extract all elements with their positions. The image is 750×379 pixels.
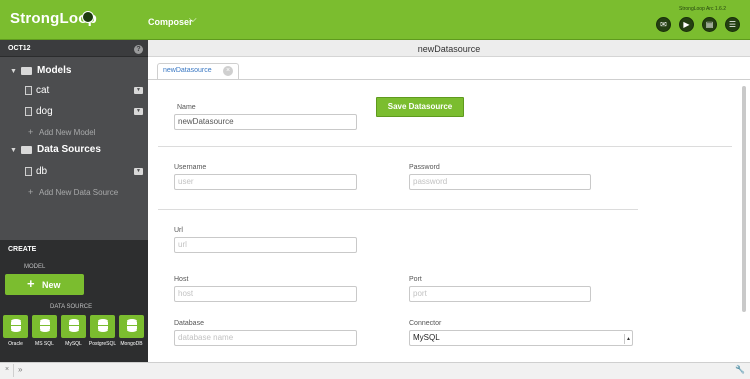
- chevron-down-icon[interactable]: ⌵: [189, 14, 197, 25]
- port-label: Port: [409, 276, 422, 283]
- model-label: MODEL: [24, 264, 46, 270]
- new-model-label: New: [42, 280, 61, 290]
- add-new-model-link[interactable]: Add New Model: [39, 128, 95, 137]
- file-icon: [25, 86, 32, 95]
- database-icon: [40, 319, 50, 332]
- wrench-icon[interactable]: 🔧: [735, 365, 745, 374]
- database-label: Database: [174, 320, 204, 327]
- model-item-dog[interactable]: dog: [36, 106, 53, 117]
- bottom-bar: [0, 362, 750, 379]
- create-title: CREATE: [8, 246, 37, 253]
- save-datasource-button[interactable]: Save Datasource: [376, 97, 464, 117]
- connector-label-mysql: MySQL: [65, 341, 82, 347]
- divider: [148, 79, 750, 80]
- password-input[interactable]: password: [409, 174, 591, 190]
- database-input[interactable]: database name: [174, 330, 357, 346]
- close-icon[interactable]: ×: [223, 66, 233, 76]
- database-icon: [69, 319, 79, 332]
- connector-label-oracle: Oracle: [8, 341, 23, 347]
- divider: [158, 146, 732, 147]
- divider: [158, 209, 638, 210]
- folder-icon: [21, 67, 32, 75]
- model-options-icon[interactable]: ▼: [134, 87, 143, 94]
- version-text: StrongLoop Arc 1.6.2: [679, 6, 726, 12]
- connector-label-postgresql: PostgreSQL: [88, 341, 117, 347]
- plus-icon: +: [27, 276, 35, 291]
- name-input[interactable]: newDatasource: [174, 114, 357, 130]
- add-new-datasource-link[interactable]: Add New Data Source: [39, 188, 118, 197]
- datasource-item-db[interactable]: db: [36, 166, 47, 177]
- host-label: Host: [174, 276, 189, 283]
- connector-label-mongodb: MongoDB: [120, 341, 143, 347]
- collapse-models-icon[interactable]: ▼: [10, 68, 17, 75]
- datasource-options-icon[interactable]: ▼: [134, 168, 143, 175]
- tab-label: newDatasource: [163, 67, 212, 74]
- database-icon: [98, 319, 108, 332]
- close-icon[interactable]: ×: [5, 366, 9, 373]
- database-icon: [11, 319, 21, 332]
- add-icon: +: [28, 127, 34, 137]
- url-label: Url: [174, 227, 183, 234]
- menu-icon[interactable]: ☰: [725, 17, 740, 32]
- host-input[interactable]: host: [174, 286, 357, 302]
- globe-logo-icon: [82, 11, 94, 23]
- database-icon: [127, 319, 137, 332]
- chat-icon[interactable]: ✉: [656, 17, 671, 32]
- divider: [13, 364, 14, 377]
- file-icon: [25, 107, 32, 116]
- project-name: OCT12: [8, 45, 31, 52]
- password-label: Password: [409, 164, 440, 171]
- connector-select[interactable]: MySQL: [409, 330, 633, 346]
- connector-label: Connector: [409, 320, 442, 327]
- folder-icon: [21, 146, 32, 154]
- collapse-datasources-icon[interactable]: ▼: [10, 147, 17, 154]
- model-options-icon[interactable]: ▼: [134, 108, 143, 115]
- model-item-cat[interactable]: cat: [36, 85, 49, 96]
- document-icon[interactable]: ▤: [702, 17, 717, 32]
- play-icon[interactable]: ▶: [679, 17, 694, 32]
- name-label: Name: [177, 104, 196, 111]
- username-input[interactable]: user: [174, 174, 357, 190]
- models-section-title[interactable]: Models: [37, 65, 71, 76]
- app-header: [0, 0, 750, 40]
- username-label: Username: [174, 164, 207, 171]
- page-title: newDatasource: [417, 44, 481, 54]
- port-input[interactable]: port: [409, 286, 591, 302]
- expand-icon[interactable]: »: [18, 365, 22, 374]
- connector-label-mssql: MS SQL: [35, 341, 54, 347]
- scrollbar[interactable]: [742, 86, 746, 312]
- datasources-section-title[interactable]: Data Sources: [37, 144, 101, 155]
- app-switcher-label[interactable]: Composer: [148, 17, 193, 27]
- file-icon: [25, 167, 32, 176]
- url-input[interactable]: url: [174, 237, 357, 253]
- datasource-label: DATA SOURCE: [50, 304, 93, 310]
- select-arrow-icon[interactable]: ▲: [624, 334, 632, 344]
- help-icon[interactable]: ?: [134, 45, 143, 54]
- add-icon: +: [28, 187, 34, 197]
